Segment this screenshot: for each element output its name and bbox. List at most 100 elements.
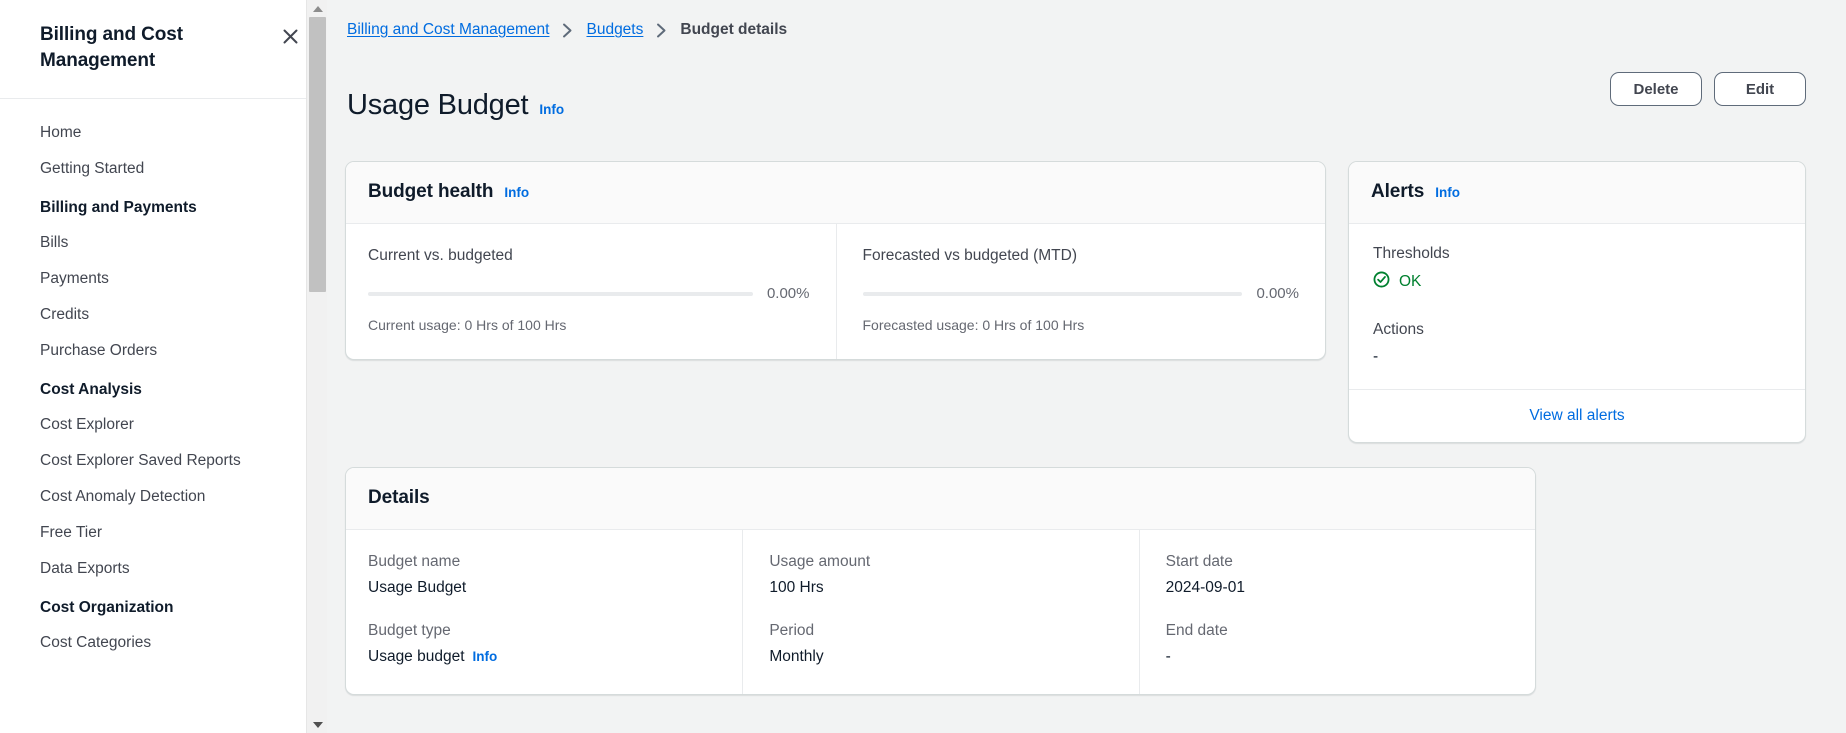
detail-key: Usage amount <box>769 552 871 570</box>
main-content: Billing and Cost Management Budgets Budg… <box>327 0 1846 733</box>
detail-key: Period <box>769 621 815 639</box>
alerts-footer: View all alerts <box>1349 388 1805 442</box>
details-grid: Budget name Usage Budget Budget type Usa… <box>346 529 1535 694</box>
page-title-group: Usage Budget Info <box>347 68 564 143</box>
sidebar-header: Billing and Cost Management <box>0 0 327 99</box>
scroll-up-arrow-icon[interactable] <box>307 0 327 17</box>
metric-percent: 0.00% <box>1256 284 1299 302</box>
page-title-info-link[interactable]: Info <box>539 101 564 119</box>
detail-value-text: 2024-09-01 <box>1165 578 1245 596</box>
sidebar-item-bills[interactable]: Bills <box>0 225 327 261</box>
chevron-right-icon <box>656 23 667 38</box>
sidebar-item-data-exports[interactable]: Data Exports <box>0 551 327 587</box>
detail-value-text: Usage Budget <box>368 578 467 596</box>
detail-value-text: - <box>1165 647 1171 665</box>
detail-key: End date <box>1165 621 1228 639</box>
sidebar-item-payments[interactable]: Payments <box>0 261 327 297</box>
budget-health-card: Budget health Info Current vs. budgeted … <box>345 160 1326 360</box>
detail-value: Usage Budget <box>368 577 716 599</box>
detail-field-budget-name: Budget name Usage Budget <box>368 552 716 599</box>
details-card: Details Budget name Usage Budget Budget … <box>345 466 1536 695</box>
detail-value: Usage budget Info <box>368 646 716 668</box>
detail-field-end-date: End date - <box>1166 621 1509 668</box>
detail-key: Budget type <box>368 621 451 639</box>
top-cards-row: Budget health Info Current vs. budgeted … <box>345 160 1806 443</box>
check-circle-icon <box>1373 271 1390 293</box>
thresholds-label: Thresholds <box>1373 244 1450 262</box>
detail-field-start-date: Start date 2024-09-01 <box>1166 552 1509 599</box>
breadcrumb-item-budgets[interactable]: Budgets <box>586 20 643 40</box>
sidebar-item-home[interactable]: Home <box>0 115 327 151</box>
details-header: Details <box>346 467 1535 530</box>
budget-health-title: Budget health <box>368 180 494 202</box>
actions-value: - <box>1373 347 1379 365</box>
alerts-card: Alerts Info Thresholds OK Actions - View… <box>1348 160 1806 443</box>
delete-button[interactable]: Delete <box>1610 72 1702 106</box>
progress-bar-track <box>862 291 1243 296</box>
metric-usage-text: Current usage: 0 Hrs of 100 Hrs <box>368 316 567 333</box>
detail-value: 100 Hrs <box>769 577 1112 599</box>
metric-usage-text: Forecasted usage: 0 Hrs of 100 Hrs <box>862 316 1085 333</box>
detail-value: Monthly <box>769 646 1112 668</box>
sidebar-scrollbar-thumb[interactable] <box>309 17 326 292</box>
sidebar-item-purchase-orders[interactable]: Purchase Orders <box>0 333 327 369</box>
metric-label: Current vs. budgeted <box>368 246 513 264</box>
metric-percent: 0.00% <box>766 284 810 302</box>
sidebar-scrollbar[interactable] <box>306 0 327 733</box>
sidebar-item-cost-categories[interactable]: Cost Categories <box>0 625 327 661</box>
detail-field-budget-type: Budget type Usage budget Info <box>368 621 716 668</box>
progress-bar-track <box>368 291 753 296</box>
sidebar-section-cost-analysis: Cost Analysis <box>40 381 142 398</box>
metric-label: Forecasted vs budgeted (MTD) <box>862 246 1078 264</box>
close-icon[interactable] <box>277 23 303 49</box>
sidebar-nav: Home Getting Started Billing and Payment… <box>0 99 327 661</box>
actions-label: Actions <box>1373 320 1424 338</box>
metric-current-vs-budgeted: Current vs. budgeted 0.00% Current usage… <box>346 224 836 359</box>
sidebar-item-cost-explorer-saved-reports[interactable]: Cost Explorer Saved Reports <box>0 443 327 479</box>
view-all-alerts-link[interactable]: View all alerts <box>1529 407 1624 424</box>
budget-health-header: Budget health Info <box>346 161 1325 224</box>
status-badge: OK <box>1373 271 1781 293</box>
sidebar-item-credits[interactable]: Credits <box>0 297 327 333</box>
detail-field-period: Period Monthly <box>769 621 1112 668</box>
alerts-header: Alerts Info <box>1349 161 1805 224</box>
detail-value-text: Monthly <box>769 647 824 665</box>
sidebar-item-free-tier[interactable]: Free Tier <box>0 515 327 551</box>
sidebar-item-getting-started[interactable]: Getting Started <box>0 151 327 187</box>
budget-health-body: Current vs. budgeted 0.00% Current usage… <box>346 223 1326 359</box>
details-column: Usage amount 100 Hrs Period Monthly <box>742 529 1138 694</box>
chevron-right-icon <box>562 23 573 38</box>
sidebar-item-cost-explorer[interactable]: Cost Explorer <box>0 407 327 443</box>
detail-key: Start date <box>1165 552 1233 570</box>
sidebar-section-billing-and-payments: Billing and Payments <box>40 199 197 216</box>
metric-progress-row: 0.00% <box>862 284 1299 304</box>
sidebar-item-cost-anomaly-detection[interactable]: Cost Anomaly Detection <box>0 479 327 515</box>
budget-type-info-link[interactable]: Info <box>473 648 498 666</box>
detail-value-text: Usage budget <box>368 647 465 665</box>
metric-forecasted-vs-budgeted: Forecasted vs budgeted (MTD) 0.00% Forec… <box>835 223 1326 359</box>
thresholds-status-text: OK <box>1399 272 1422 290</box>
budget-health-info-link[interactable]: Info <box>504 184 529 202</box>
app-root: Billing and Cost Management Home Getting… <box>0 0 1846 733</box>
details-column: Start date 2024-09-01 End date - <box>1138 529 1535 694</box>
details-title: Details <box>368 486 430 508</box>
breadcrumb-current-budget-details: Budget details <box>680 21 788 38</box>
sidebar-title: Billing and Cost Management <box>40 24 184 71</box>
detail-field-usage-amount: Usage amount 100 Hrs <box>769 552 1112 599</box>
alerts-body: Thresholds OK Actions - <box>1349 224 1805 389</box>
page-header: Usage Budget Info Delete Edit <box>345 68 1806 143</box>
detail-value: - <box>1166 646 1509 668</box>
page-actions: Delete Edit <box>1610 68 1806 106</box>
detail-key: Budget name <box>368 552 461 570</box>
navigation-sidebar: Billing and Cost Management Home Getting… <box>0 0 327 733</box>
content-wrapper: Billing and Cost Management Budgets Budg… <box>327 0 1846 695</box>
alerts-title: Alerts <box>1371 180 1425 202</box>
details-column: Budget name Usage Budget Budget type Usa… <box>346 530 742 694</box>
detail-value: 2024-09-01 <box>1166 577 1509 599</box>
edit-button[interactable]: Edit <box>1714 72 1806 106</box>
sidebar-section-cost-organization: Cost Organization <box>40 599 174 616</box>
scroll-down-arrow-icon[interactable] <box>307 716 327 733</box>
breadcrumb-item-billing-and-cost-management[interactable]: Billing and Cost Management <box>347 20 549 40</box>
alerts-info-link[interactable]: Info <box>1435 184 1460 202</box>
page-title: Usage Budget <box>347 89 529 122</box>
